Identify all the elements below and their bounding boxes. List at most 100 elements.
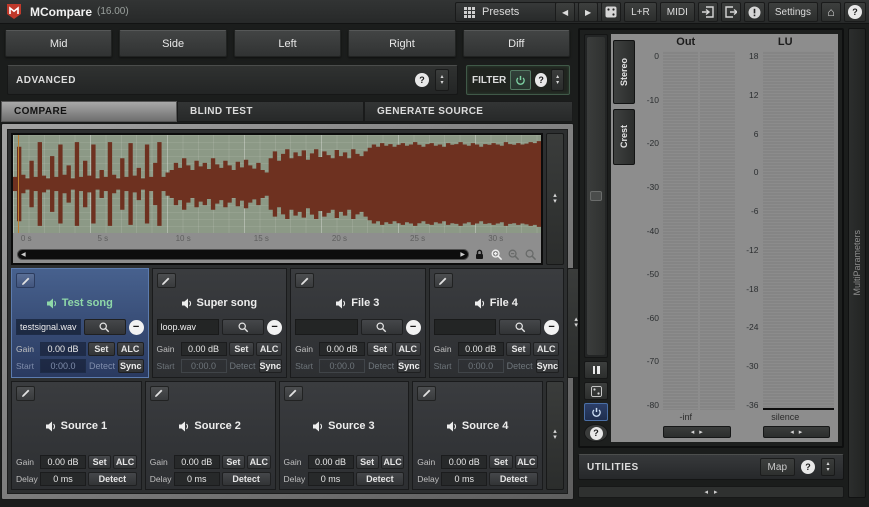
remove-file-button[interactable]: − (129, 320, 144, 335)
midi-button[interactable]: MIDI (660, 2, 695, 22)
tab[interactable]: GENERATE SOURCE (364, 101, 573, 122)
slot-title-row[interactable]: Source 3 (284, 401, 405, 453)
delay-value[interactable]: 0 ms (441, 472, 487, 486)
slot-title-row[interactable]: Test song (16, 288, 144, 319)
set-button[interactable]: Set (356, 455, 379, 469)
gain-value[interactable]: 0.00 dB (458, 342, 504, 356)
remove-file-button[interactable]: − (267, 320, 282, 335)
slot-title-row[interactable]: Source 1 (16, 401, 137, 453)
utilities-collapse-control[interactable]: ▴▾ (821, 458, 835, 476)
filter-help-button[interactable]: ? (535, 73, 547, 87)
slot-title-row[interactable]: File 3 (295, 288, 421, 319)
edit-button[interactable] (417, 386, 436, 401)
alc-button[interactable]: ALC (395, 342, 421, 356)
set-button[interactable]: Set (88, 455, 111, 469)
map-button[interactable]: Map (760, 458, 795, 476)
channel-button[interactable]: Side (119, 30, 226, 57)
lu-meter-range-control[interactable]: ◂▸ (763, 426, 831, 438)
source-slot[interactable]: Test song testsignal.wav − Gain 0.00 dB … (11, 268, 149, 378)
gain-value[interactable]: 0.00 dB (441, 455, 487, 469)
filter-power-button[interactable] (510, 70, 531, 90)
meter-pause-button[interactable] (584, 361, 608, 379)
alc-button[interactable]: ALC (533, 342, 559, 356)
out-meter-range-control[interactable]: ◂▸ (663, 426, 731, 438)
channel-button[interactable]: Mid (5, 30, 112, 57)
source-slot[interactable]: File 3 − Gain 0.00 dB Set ALC (290, 268, 426, 378)
gain-value[interactable]: 0.00 dB (40, 455, 86, 469)
advanced-bar[interactable]: ADVANCED ? ▴▾ (7, 65, 458, 95)
meter-random-button[interactable] (584, 382, 608, 400)
gain-value[interactable]: 0.00 dB (319, 342, 365, 356)
start-value[interactable]: 0:00.0 (40, 359, 86, 373)
export-button[interactable] (721, 2, 741, 22)
start-value[interactable]: 0:00.0 (181, 359, 227, 373)
delay-value[interactable]: 0 ms (174, 472, 220, 486)
slot-title-row[interactable]: Super song (157, 288, 283, 319)
tab-stereo[interactable]: Stereo (613, 40, 635, 104)
sync-button[interactable]: Sync (536, 359, 560, 373)
start-value[interactable]: 0:00.0 (458, 359, 504, 373)
set-button[interactable]: Set (229, 342, 255, 356)
file-name-field[interactable]: testsignal.wav (16, 319, 81, 335)
detect-button[interactable]: Detect (88, 472, 137, 486)
delay-value[interactable]: 0 ms (40, 472, 86, 486)
detect-button[interactable]: Detect (222, 472, 271, 486)
home-button[interactable]: ⌂ (821, 2, 841, 22)
gain-value[interactable]: 0.00 dB (308, 455, 354, 469)
gain-value[interactable]: 0.00 dB (181, 342, 227, 356)
advanced-help-button[interactable]: ? (415, 73, 429, 87)
tab[interactable]: BLIND TEST (177, 101, 364, 122)
delay-value[interactable]: 0 ms (308, 472, 354, 486)
edit-button[interactable] (157, 273, 176, 288)
browse-file-button[interactable] (222, 319, 264, 335)
slot-title-row[interactable]: Source 4 (417, 401, 538, 453)
detect-button[interactable]: Detect (229, 359, 257, 373)
detect-button[interactable]: Detect (356, 472, 405, 486)
utilities-help-button[interactable]: ? (801, 460, 815, 474)
settings-button[interactable]: Settings (768, 2, 818, 22)
slot-title-row[interactable]: Source 2 (150, 401, 271, 453)
meter-zoom-slider[interactable] (584, 34, 608, 358)
detect-button[interactable]: Detect (489, 472, 538, 486)
random-preset-button[interactable] (601, 2, 621, 22)
previous-preset-button[interactable]: ◀ (555, 2, 575, 22)
alc-button[interactable]: ALC (381, 455, 404, 469)
file-name-field[interactable] (295, 319, 358, 335)
sync-button[interactable]: Sync (118, 359, 144, 373)
info-button[interactable] (744, 2, 765, 22)
waveform-area[interactable] (13, 135, 541, 233)
channel-button[interactable]: Diff (463, 30, 570, 57)
file-name-field[interactable] (434, 319, 497, 335)
browse-file-button[interactable] (84, 319, 126, 335)
source-slot[interactable]: Source 4 Gain 0.00 dB Set ALC Delay 0 ms… (412, 381, 543, 491)
edit-button[interactable] (16, 386, 35, 401)
help-button[interactable]: ? (844, 2, 866, 22)
channel-mode-button[interactable]: L+R (624, 2, 657, 22)
set-button[interactable]: Set (222, 455, 245, 469)
sync-button[interactable]: Sync (259, 359, 283, 373)
lock-icon[interactable] (473, 248, 486, 261)
slot-title-row[interactable]: File 4 (434, 288, 560, 319)
panel-width-control[interactable]: ◂▸ (578, 486, 844, 498)
edit-button[interactable] (284, 386, 303, 401)
remove-file-button[interactable]: − (406, 320, 421, 335)
set-button[interactable]: Set (367, 342, 393, 356)
browse-file-button[interactable] (361, 319, 403, 335)
edit-button[interactable] (16, 273, 35, 288)
filter-panel[interactable]: FILTER ? ▴▾ (466, 65, 570, 95)
zoom-fit-button[interactable] (524, 248, 537, 261)
source-slot[interactable]: Super song loop.wav − Gain 0.00 dB Set A… (152, 268, 288, 378)
waveform-resize-handle[interactable]: ▴▾ (546, 133, 564, 265)
edit-button[interactable] (295, 273, 314, 288)
start-value[interactable]: 0:00.0 (319, 359, 365, 373)
set-button[interactable]: Set (506, 342, 532, 356)
filter-collapse-control[interactable]: ▴▾ (551, 69, 564, 91)
channel-button[interactable]: Right (348, 30, 455, 57)
source-slot[interactable]: Source 2 Gain 0.00 dB Set ALC Delay 0 ms… (145, 381, 276, 491)
alc-button[interactable]: ALC (247, 455, 270, 469)
alc-button[interactable]: ALC (113, 455, 136, 469)
meter-help-button[interactable]: ? (584, 424, 608, 442)
multiparameters-strip[interactable]: MultiParameters (848, 28, 866, 498)
zoom-in-button[interactable] (490, 248, 503, 261)
waveform-display[interactable]: 0 s5 s10 s15 s20 s25 s30 s ◀ ▶ (11, 133, 543, 265)
